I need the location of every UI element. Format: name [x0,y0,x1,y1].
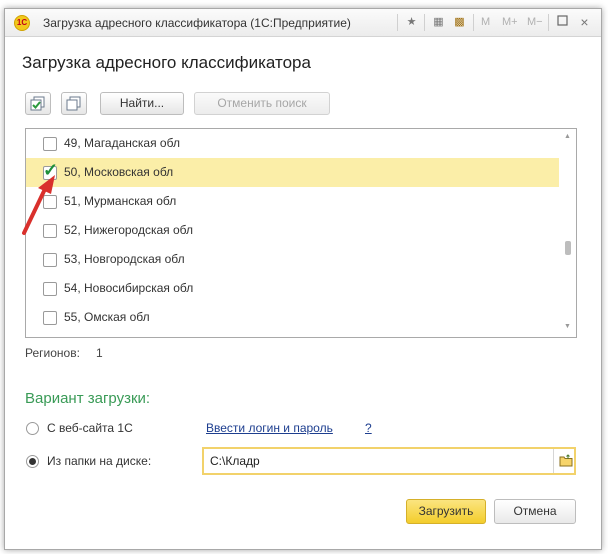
restore-icon[interactable] [555,15,570,30]
region-label: 53, Новгородская обл [64,252,185,266]
list-item[interactable]: ✓ 50, Московская обл [26,158,559,187]
unselect-all-button[interactable] [61,92,87,115]
titlebar-separator [397,14,398,31]
scroll-up-arrow-icon[interactable]: ▲ [564,133,571,140]
regions-list: 49, Магаданская обл ✓ 50, Московская обл… [25,128,577,338]
region-checkbox[interactable] [43,137,57,151]
radio-folder-label[interactable]: Из папки на диске: [47,454,151,468]
list-item[interactable]: 54, Новосибирская обл [26,274,559,303]
list-item[interactable]: 51, Мурманская обл [26,187,559,216]
radio-website-label[interactable]: С веб-сайта 1С [47,421,133,435]
list-item[interactable]: 52, Нижегородская обл [26,216,559,245]
load-button[interactable]: Загрузить [406,499,486,524]
find-button[interactable]: Найти... [100,92,184,115]
page-title: Загрузка адресного классификатора [22,53,311,72]
folder-open-icon[interactable] [559,454,573,467]
region-checkbox[interactable] [43,253,57,267]
memory-plus-button[interactable]: M+ [502,16,518,28]
radio-website[interactable] [26,422,39,435]
region-label: 50, Московская обл [64,165,174,179]
titlebar-separator [473,14,474,31]
favorites-icon[interactable]: ★ [404,15,419,30]
memory-minus-button[interactable]: M− [527,16,543,28]
scrollbar-thumb[interactable] [565,241,571,255]
help-link[interactable]: ? [365,421,372,435]
list-item[interactable]: 53, Новгородская обл [26,245,559,274]
title-bar: 1С Загрузка адресного классификатора (1С… [5,9,601,37]
list-item[interactable]: 49, Магаданская обл [26,129,559,158]
cancel-search-button[interactable]: Отменить поиск [194,92,330,115]
field-divider [553,449,554,473]
region-checkbox[interactable] [43,311,57,325]
folder-path-value: C:\Кладр [210,454,260,468]
radio-folder[interactable] [26,455,39,468]
region-label: 55, Омская обл [64,310,150,324]
folder-path-input[interactable]: C:\Кладр [202,447,576,475]
app-logo-icon: 1С [14,15,30,31]
window-title: Загрузка адресного классификатора (1С:Пр… [43,16,351,30]
radio-selected-dot [29,458,36,465]
close-icon[interactable]: × [577,15,592,30]
uncheck-all-icon [66,96,81,111]
regions-count-value: 1 [96,346,103,360]
login-password-link[interactable]: Ввести логин и пароль [206,421,333,435]
scroll-down-arrow-icon[interactable]: ▼ [564,323,571,330]
load-variant-heading: Вариант загрузки: [25,390,151,407]
titlebar-separator [424,14,425,31]
memory-button[interactable]: M [481,16,490,28]
select-all-button[interactable] [25,92,51,115]
list-item[interactable]: 55, Омская обл [26,303,559,332]
dialog-window: 1С Загрузка адресного классификатора (1С… [4,8,602,550]
regions-count-label: Регионов: [25,346,80,360]
region-label: 54, Новосибирская обл [64,281,194,295]
check-all-icon [30,96,45,111]
region-checkbox[interactable] [43,282,57,296]
calendar-icon[interactable]: ▩ [452,15,467,30]
calculator-icon[interactable]: ▦ [431,15,446,30]
region-label: 51, Мурманская обл [64,194,177,208]
cancel-button[interactable]: Отмена [494,499,576,524]
titlebar-separator [548,14,549,31]
region-label: 49, Магаданская обл [64,136,180,150]
region-label: 52, Нижегородская обл [64,223,193,237]
red-pointer-arrow-icon [22,175,55,235]
